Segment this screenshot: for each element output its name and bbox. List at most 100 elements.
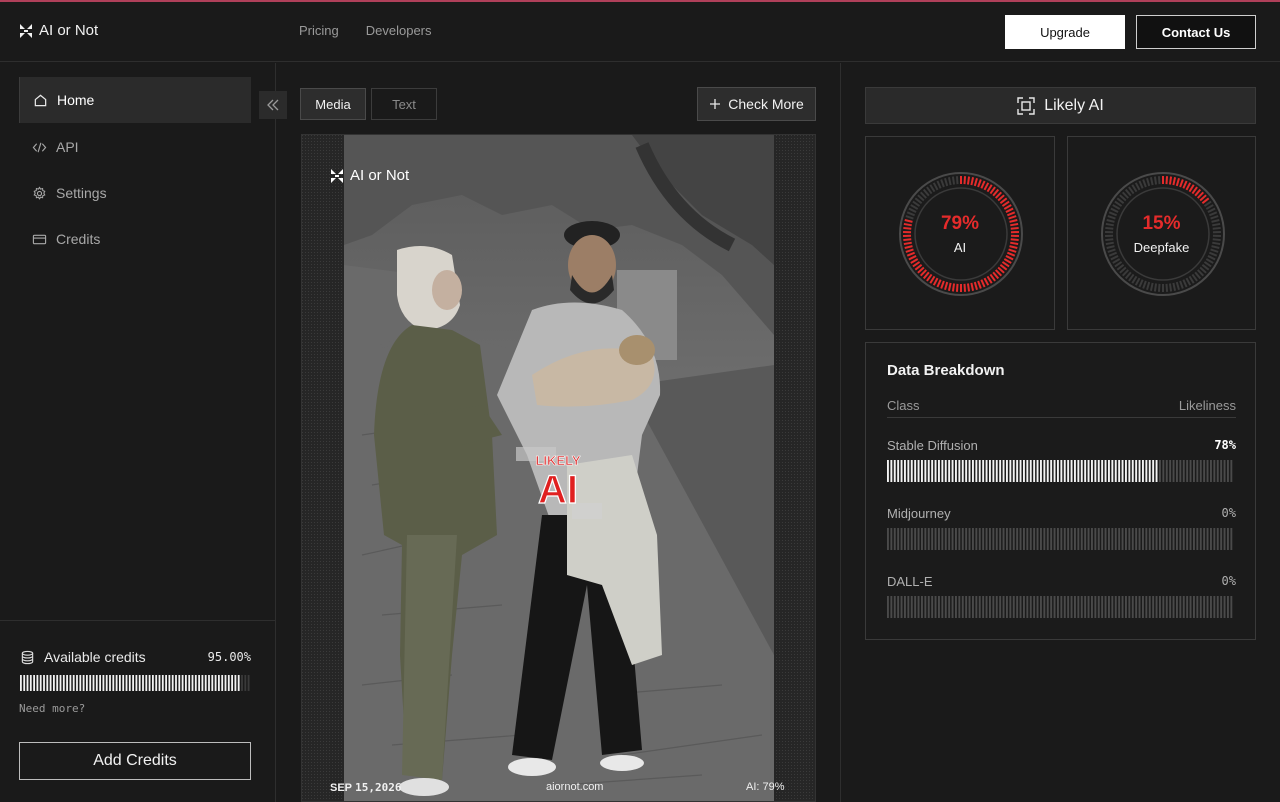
brand[interactable]: AI or Not [19, 22, 98, 39]
gauge-tick [1207, 255, 1216, 261]
sidebar-item-api[interactable]: API [19, 124, 251, 170]
bar-tick [227, 675, 230, 691]
bar-tick [135, 675, 138, 691]
bar-tick [1023, 596, 1025, 618]
contact-us-button[interactable]: Contact Us [1136, 15, 1256, 49]
bar-tick [1199, 596, 1202, 618]
bar-tick [1210, 596, 1212, 618]
gauge-tick [1201, 263, 1210, 271]
bar-tick [1220, 596, 1223, 618]
bar-tick [1074, 596, 1076, 618]
photo-watermark-brand: AI or Not [330, 167, 409, 184]
bar-tick [1159, 528, 1161, 550]
bar-tick [36, 675, 39, 691]
gauge-tick [986, 184, 993, 193]
svg-text:LIKELY: LIKELY [535, 453, 580, 468]
bar-tick [1104, 460, 1107, 482]
gear-icon [33, 185, 46, 200]
bar-tick [1142, 596, 1144, 618]
bar-tick [1165, 528, 1168, 550]
sidebar-item-settings[interactable]: Settings [19, 170, 251, 216]
bar-tick [1097, 460, 1100, 482]
bar-tick [965, 528, 968, 550]
sidebar-item-home[interactable]: Home [19, 77, 251, 123]
upgrade-button[interactable]: Upgrade [1005, 15, 1125, 49]
bar-tick [948, 460, 951, 482]
verdict-text: Likely AI [1044, 96, 1104, 114]
deepfake-score-card: 15% Deepfake [1067, 136, 1256, 330]
bar-tick [1223, 596, 1226, 618]
bar-tick [951, 596, 954, 618]
tab-media[interactable]: Media [300, 88, 366, 120]
bar-tick [23, 675, 26, 691]
bar-tick [1091, 528, 1093, 550]
bar-tick [1210, 528, 1212, 550]
svg-text:AI: AI [538, 468, 578, 512]
bar-tick [1148, 460, 1151, 482]
bar-tick [1186, 596, 1189, 618]
bar-tick [931, 528, 934, 550]
add-credits-button[interactable]: Add Credits [19, 742, 251, 780]
breakdown-row-name: Midjourney [887, 506, 951, 521]
tab-text[interactable]: Text [371, 88, 437, 120]
bar-tick [978, 596, 981, 618]
bar-tick [887, 596, 889, 618]
need-more-link[interactable]: Need more? [19, 702, 85, 715]
bar-tick [955, 596, 957, 618]
available-credits-label: Available credits [44, 649, 146, 665]
bar-tick [1193, 596, 1195, 618]
bar-tick [1152, 596, 1155, 618]
bar-tick [927, 460, 930, 482]
bar-tick [1104, 596, 1107, 618]
bar-tick [904, 460, 906, 482]
bar-tick [1128, 596, 1131, 618]
bar-tick [1125, 460, 1127, 482]
bar-tick [1203, 528, 1206, 550]
bar-tick [1199, 460, 1202, 482]
gauge-tick [1134, 182, 1141, 191]
bar-tick [1193, 460, 1195, 482]
gauge-tick [1165, 283, 1169, 292]
bar-tick [1002, 460, 1005, 482]
bar-tick [999, 460, 1002, 482]
bar-tick [897, 596, 900, 618]
check-more-label: Check More [728, 96, 804, 112]
gauge-tick [932, 182, 939, 191]
bar-tick [961, 460, 964, 482]
bar-tick [1040, 596, 1042, 618]
likely-ai-stamp: LIKELY AI [516, 447, 602, 519]
gauge-tick [926, 186, 933, 195]
bar-tick [968, 528, 971, 550]
bar-tick [1108, 596, 1110, 618]
check-more-button[interactable]: Check More [697, 87, 816, 121]
bar-tick [122, 675, 125, 691]
bar-tick [1227, 596, 1229, 618]
bar-tick [1026, 528, 1029, 550]
gauge-tick [926, 273, 933, 282]
bar-tick [105, 675, 108, 691]
bar-tick [1036, 596, 1039, 618]
breakdown-bar [887, 460, 1233, 482]
bar-tick [968, 460, 971, 482]
gauge-tick [944, 281, 949, 291]
bar-tick [1094, 460, 1097, 482]
bar-tick [910, 596, 913, 618]
bar-tick [1043, 460, 1046, 482]
bar-tick [1002, 528, 1005, 550]
bar-tick [86, 675, 88, 691]
nav-pricing[interactable]: Pricing [299, 23, 339, 38]
bar-tick [1121, 460, 1124, 482]
bar-tick [1111, 460, 1114, 482]
bar-tick [66, 675, 68, 691]
gauge-tick [947, 282, 952, 291]
bar-tick [1053, 596, 1056, 618]
bar-tick [1046, 596, 1049, 618]
brand-name: AI or Not [39, 22, 99, 39]
bar-tick [1179, 596, 1182, 618]
gauge-tick [970, 177, 975, 186]
sidebar-item-credits[interactable]: Credits [19, 216, 251, 262]
nav-developers[interactable]: Developers [366, 23, 432, 38]
bar-tick [171, 675, 174, 691]
bar-tick [1176, 460, 1178, 482]
gauge-tick [1205, 258, 1214, 264]
